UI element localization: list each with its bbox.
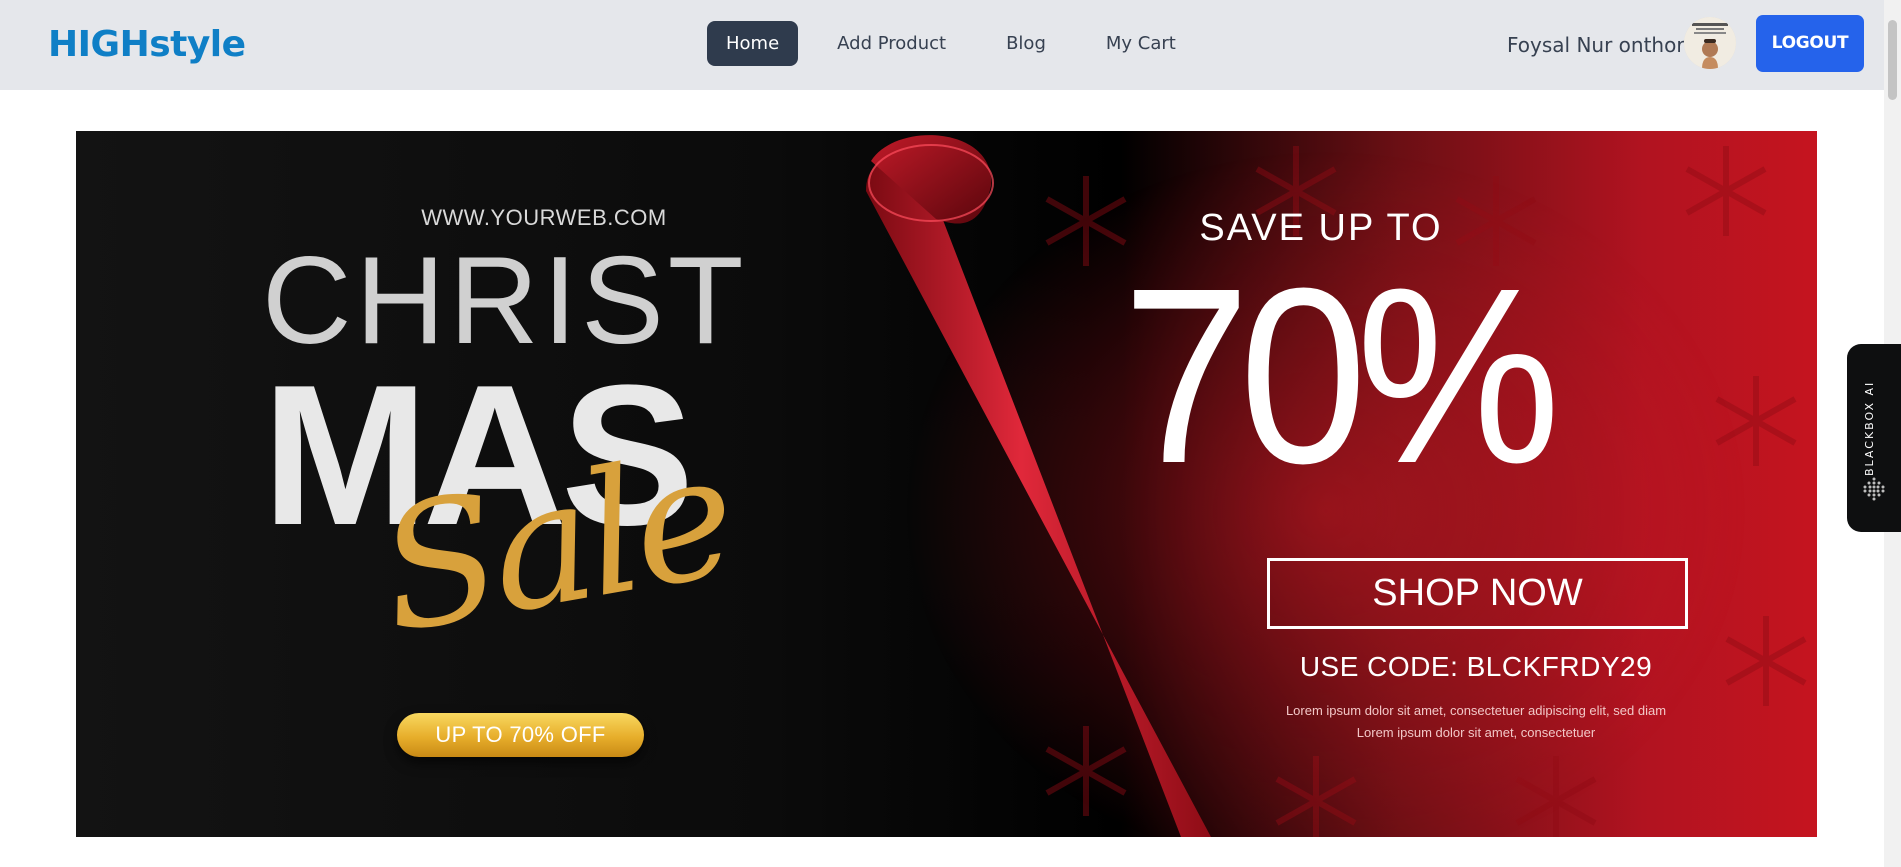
brand-logo[interactable]: HIGHstyle [48, 22, 246, 68]
nav-my-cart[interactable]: My Cart [1087, 21, 1195, 66]
blackbox-logo-icon [1863, 477, 1885, 501]
logout-button[interactable]: LOGOUT [1756, 15, 1864, 72]
shop-now-button[interactable]: SHOP NOW [1267, 558, 1688, 629]
user-name: Foysal Nur onthor [1507, 33, 1685, 57]
main-nav: Home Add Product Blog My Cart [707, 21, 1217, 66]
avatar-photo [1684, 17, 1736, 69]
banner-url: WWW.YOURWEB.COM [421, 205, 667, 230]
nav-add-product[interactable]: Add Product [818, 21, 965, 66]
discount-pill: UP TO 70% OFF [397, 713, 644, 757]
promo-code-text: USE CODE: BLCKFRDY29 [1299, 651, 1653, 682]
banner-fine-print-1: Lorem ipsum dolor sit amet, consectetuer… [1285, 703, 1667, 718]
nav-home[interactable]: Home [707, 21, 799, 66]
banner-fine-print-2: Lorem ipsum dolor sit amet, consectetuer [1356, 725, 1596, 740]
discount-percent: 70% [1122, 236, 1560, 515]
scrollbar-thumb[interactable] [1888, 20, 1897, 100]
nav-blog[interactable]: Blog [987, 21, 1065, 66]
blackbox-ai-tab[interactable]: BLACKBOX AI [1847, 344, 1901, 532]
user-avatar[interactable] [1684, 17, 1736, 69]
blackbox-ai-label: BLACKBOX AI [1863, 380, 1876, 476]
navbar: HIGHstyle Home Add Product Blog My Cart … [0, 0, 1901, 90]
hero-banner[interactable]: WWW.YOURWEB.COM CHRIST MAS Sale UP TO 70… [76, 131, 1817, 837]
